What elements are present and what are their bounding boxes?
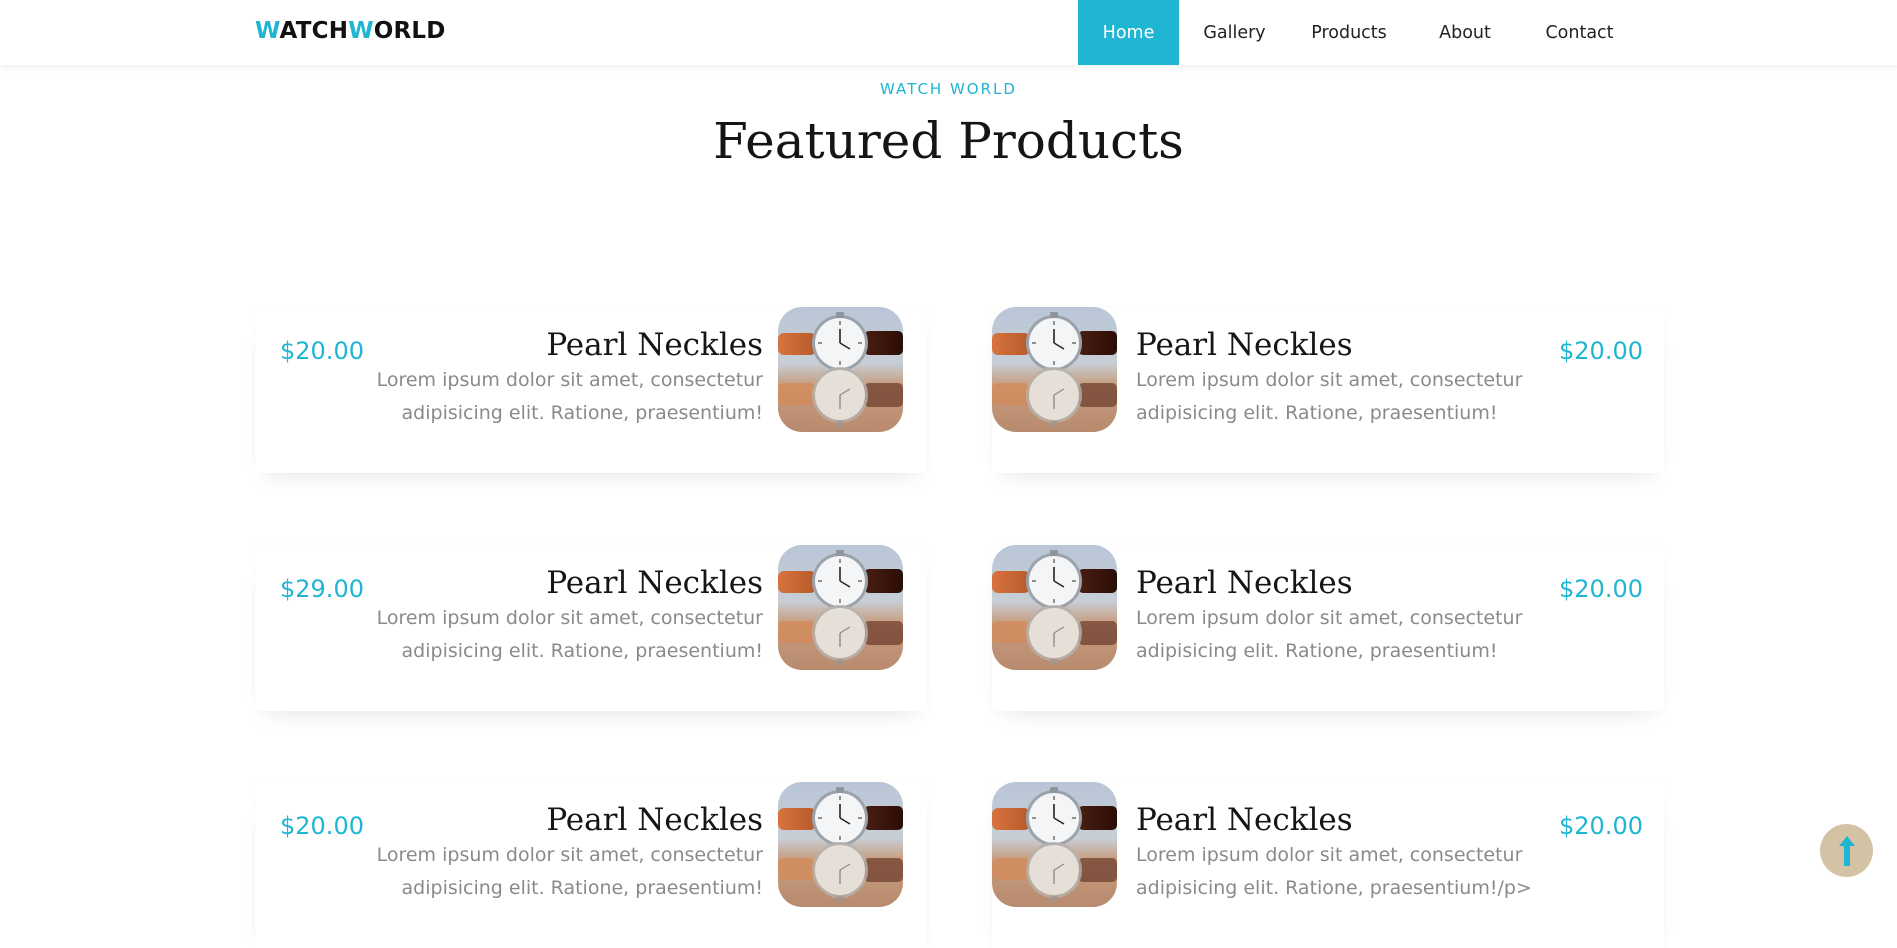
product-description: Lorem ipsum dolor sit amet, consectetur … [376,607,763,662]
product-description: Lorem ipsum dolor sit amet, consectetur … [1136,607,1523,662]
product-name[interactable]: Pearl Neckles [1136,565,1353,601]
product-description: Lorem ipsum dolor sit amet, consectetur … [1136,369,1523,424]
product-card[interactable]: $20.00 Pearl Neckles Lorem ipsum dolor s… [255,307,927,473]
brand-letter: W [348,18,374,44]
product-name[interactable]: Pearl Neckles [546,565,763,601]
product-image[interactable] [992,307,1117,432]
product-price: $20.00 [280,812,364,840]
main-nav: Home Gallery Products About Contact [1078,0,1637,65]
product-image[interactable] [992,545,1117,670]
product-name[interactable]: Pearl Neckles [1136,327,1353,363]
brand-text: ATCH [279,18,349,44]
brand-logo[interactable]: WATCHWORLD [255,18,446,44]
product-name[interactable]: Pearl Neckles [1136,802,1353,838]
product-card[interactable]: $20.00 Pearl Neckles Lorem ipsum dolor s… [255,782,927,948]
back-to-top-button[interactable] [1820,824,1873,877]
product-description: Lorem ipsum dolor sit amet, consectetur … [376,369,763,424]
arrow-up-icon [1838,835,1855,866]
product-description: Lorem ipsum dolor sit amet, consectetur … [1136,844,1532,899]
product-card[interactable]: Pearl Neckles Lorem ipsum dolor sit amet… [992,545,1664,711]
product-card[interactable]: Pearl Neckles Lorem ipsum dolor sit amet… [992,307,1664,473]
product-image[interactable] [778,782,903,907]
product-card[interactable]: Pearl Neckles Lorem ipsum dolor sit amet… [992,782,1664,948]
product-image[interactable] [992,782,1117,907]
product-image[interactable] [778,545,903,670]
nav-home[interactable]: Home [1078,0,1179,65]
product-card[interactable]: $29.00 Pearl Neckles Lorem ipsum dolor s… [255,545,927,711]
product-price: $20.00 [1559,575,1643,603]
product-price: $20.00 [280,337,364,365]
product-image[interactable] [778,307,903,432]
nav-contact[interactable]: Contact [1522,0,1637,65]
product-description: Lorem ipsum dolor sit amet, consectetur … [376,844,763,899]
product-price: $20.00 [1559,337,1643,365]
product-name[interactable]: Pearl Neckles [546,802,763,838]
brand-letter: W [255,18,280,44]
product-price: $29.00 [280,575,364,603]
section-title: Featured Products [713,112,1184,170]
product-price: $20.00 [1559,812,1643,840]
brand-text: ORLD [373,18,446,44]
navbar: WATCHWORLD Home Gallery Products About C… [0,0,1897,65]
nav-gallery[interactable]: Gallery [1179,0,1290,65]
product-name[interactable]: Pearl Neckles [546,327,763,363]
section-eyebrow: WATCH WORLD [880,80,1017,98]
nav-products[interactable]: Products [1290,0,1408,65]
nav-about[interactable]: About [1408,0,1522,65]
